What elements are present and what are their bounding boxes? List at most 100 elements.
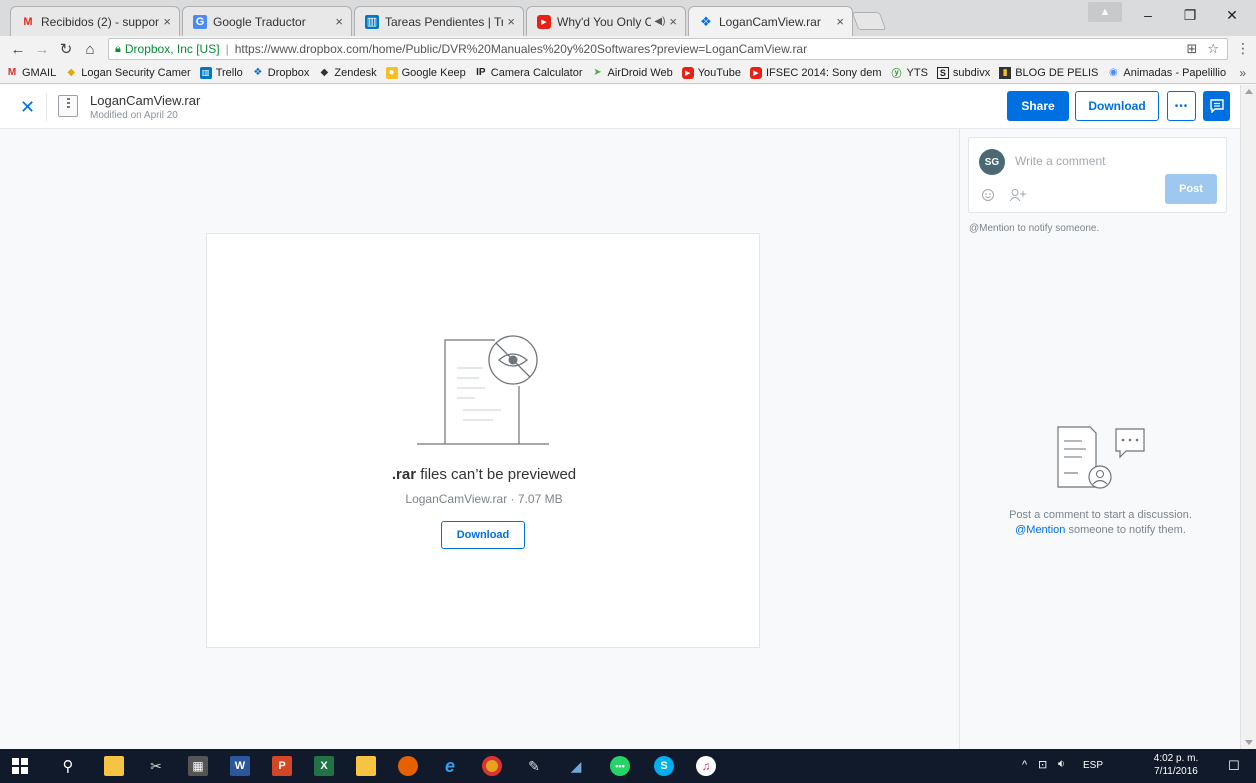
more-options-button[interactable]: ••• (1167, 91, 1196, 121)
avatar: SG (979, 149, 1005, 175)
close-icon[interactable]: × (335, 14, 343, 29)
bookmark-camera-calculator[interactable]: IP Camera Calculator (475, 66, 583, 79)
close-icon[interactable]: × (669, 14, 677, 29)
tab-gmail[interactable]: M Recibidos (2) - support@ × (10, 6, 180, 36)
comment-composer: SG Write a comment Post (968, 137, 1227, 213)
emoji-icon[interactable] (981, 188, 995, 202)
search-icon[interactable]: ⚲ (58, 756, 78, 776)
preview-download-button[interactable]: Download (441, 521, 525, 549)
bookmark-blog-de-pelis[interactable]: ▮ BLOG DE PELIS (999, 66, 1098, 79)
bookmark-label: AirDroid Web (607, 66, 673, 79)
folder-icon[interactable] (356, 756, 376, 776)
bookmark-ifsec[interactable]: ▶ IFSEC 2014: Sony dem (749, 66, 882, 79)
bookmark-airdroid[interactable]: ➤ AirDroid Web (592, 66, 673, 79)
bookmark-animadas[interactable]: ◉ Animadas - Papelillio (1107, 67, 1226, 79)
close-preview-icon[interactable]: ✕ (20, 97, 35, 118)
close-icon[interactable]: × (507, 14, 515, 29)
bookmark-trello[interactable]: ▥ Trello (199, 66, 243, 79)
add-person-icon[interactable] (1009, 188, 1027, 202)
tab-trello[interactable]: ▥ Tareas Pendientes | Trello × (354, 6, 524, 36)
calculator-icon[interactable]: ▦ (188, 756, 208, 776)
download-button[interactable]: Download (1075, 91, 1159, 121)
reload-icon[interactable]: ↻ (54, 40, 78, 58)
share-button[interactable]: Share (1007, 91, 1069, 121)
browser-menu-icon[interactable]: ⋮ (1236, 40, 1250, 57)
tab-title: LoganCamView.rar (719, 14, 821, 29)
animadas-icon: ◉ (1109, 67, 1118, 78)
paint-icon[interactable]: ✎ (524, 756, 544, 776)
bookmark-label: YTS (906, 66, 928, 79)
file-explorer-icon[interactable] (104, 756, 124, 776)
translate-page-icon[interactable]: ⊞ (1186, 41, 1197, 57)
translate-icon: G (193, 14, 207, 29)
bookmark-google-keep[interactable]: ● Google Keep (385, 66, 466, 79)
comments-toggle-button[interactable] (1203, 91, 1230, 121)
network-icon[interactable]: ⊡ (1038, 758, 1047, 771)
close-icon[interactable]: × (163, 14, 171, 29)
powerpoint-icon[interactable]: P (272, 756, 292, 776)
excel-icon[interactable]: X (314, 756, 334, 776)
clock-date: 7/11/2016 (1154, 766, 1198, 777)
tab-google-traductor[interactable]: G Google Traductor × (182, 6, 352, 36)
dropbox-icon: ❖ (700, 13, 712, 29)
window-close-icon[interactable]: ✕ (1212, 0, 1252, 30)
post-button[interactable]: Post (1165, 174, 1217, 204)
bookmarks-overflow-icon[interactable]: » (1239, 66, 1246, 80)
bookmark-dropbox[interactable]: ❖ Dropbox (252, 67, 309, 79)
comment-input[interactable]: Write a comment (1015, 154, 1105, 168)
empty-comments-message: Post a comment to start a discussion. @M… (960, 508, 1241, 538)
comment-icon (1209, 99, 1224, 113)
bookmark-label: Camera Calculator (490, 66, 583, 79)
forward-icon[interactable]: → (30, 41, 54, 58)
bookmark-subdivx[interactable]: Ssubdivx (936, 66, 990, 79)
bookmark-gmail[interactable]: M GMAIL (6, 67, 56, 79)
close-icon[interactable]: × (836, 14, 844, 29)
firefox-icon[interactable] (398, 756, 418, 776)
mention-link[interactable]: @Mention (1015, 524, 1065, 536)
bookmark-star-icon[interactable]: ☆ (1207, 41, 1219, 57)
keep-icon: ● (385, 66, 398, 79)
tab-dropbox-logancamview[interactable]: ❖ LoganCamView.rar × (688, 6, 853, 36)
snipping-tool-icon[interactable]: ✂ (146, 756, 166, 776)
profile-icon[interactable]: ▲ (1088, 2, 1122, 22)
header-divider (46, 93, 47, 121)
tab-youtube[interactable]: ▶ Why'd You Only Call M ◀) × (526, 6, 686, 36)
file-meta: LoganCamView.rar · 7.07 MB (405, 492, 563, 506)
itunes-icon[interactable]: ♫ (696, 756, 716, 776)
taskbar-clock[interactable]: 4:02 p. m. 7/11/2016 (1145, 752, 1207, 778)
ip-icon: IP (476, 67, 486, 78)
tray-overflow-icon[interactable]: ^ (1022, 759, 1027, 771)
bookmark-logan-security[interactable]: ◆ Logan Security Camer (65, 67, 190, 79)
no-preview-card: .rar files can’t be previewed LoganCamVi… (206, 233, 760, 648)
browser-toolbar: ← → ↻ ⌂ 🔒︎ Dropbox, Inc [US] | https://w… (0, 36, 1256, 62)
internet-explorer-icon[interactable]: e (440, 756, 460, 776)
scroll-up-icon[interactable] (1245, 89, 1253, 94)
bookmark-yts[interactable]: ⓨ YTS (891, 66, 928, 81)
start-icon[interactable] (10, 756, 30, 776)
bookmark-label: YouTube (697, 66, 741, 79)
input-language[interactable]: ESP (1083, 760, 1103, 771)
scroll-down-icon[interactable] (1245, 740, 1253, 745)
new-tab-button[interactable] (851, 12, 887, 30)
notes-icon[interactable]: ◢ (566, 756, 586, 776)
tab-title: Google Traductor (213, 14, 306, 29)
minimize-icon[interactable]: – (1128, 0, 1168, 30)
chrome-icon[interactable] (482, 756, 502, 776)
youtube-icon: ▶ (749, 66, 762, 79)
comments-sidebar: SG Write a comment Post @Mention to noti… (959, 129, 1240, 749)
page-scrollbar[interactable] (1240, 85, 1256, 749)
bookmark-youtube[interactable]: ▶ YouTube (681, 66, 741, 79)
whatsapp-icon[interactable]: ••• (610, 756, 630, 776)
bookmark-zendesk[interactable]: ◆ Zendesk (318, 67, 377, 79)
volume-icon[interactable]: 🔉︎ (1058, 758, 1065, 771)
skype-icon[interactable]: S (654, 756, 674, 776)
no-preview-text: files can’t be previewed (416, 466, 577, 483)
tab-title: Tareas Pendientes | Trello (385, 14, 503, 29)
home-icon[interactable]: ⌂ (78, 41, 102, 58)
address-bar[interactable]: 🔒︎ Dropbox, Inc [US] | https://www.dropb… (108, 38, 1228, 60)
restore-icon[interactable]: ❐ (1170, 0, 1210, 30)
file-modified-date: Modified on April 20 (90, 110, 178, 121)
action-center-icon[interactable]: ☐ (1228, 758, 1240, 774)
word-icon[interactable]: W (230, 756, 250, 776)
back-icon[interactable]: ← (6, 41, 30, 58)
